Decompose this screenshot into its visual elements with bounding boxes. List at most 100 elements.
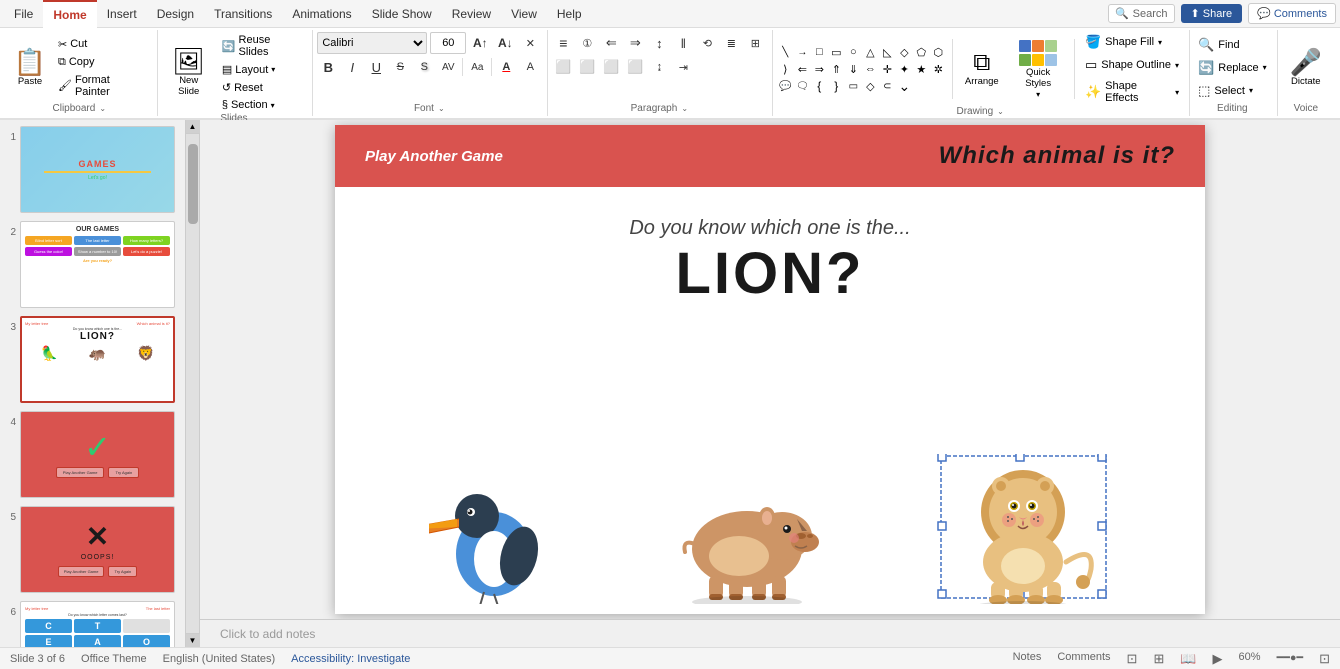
shape-rtriangle[interactable]: ◺ xyxy=(879,44,895,60)
font-color-button[interactable]: A xyxy=(495,56,517,78)
replace-button[interactable]: 🔄 Replace ▾ xyxy=(1194,58,1271,78)
shape-pentagon[interactable]: ⬠ xyxy=(913,44,929,60)
decrease-font-button[interactable]: A↓ xyxy=(494,32,516,54)
shape-line[interactable]: ╲ xyxy=(777,44,793,60)
decrease-indent-button[interactable]: ⇐ xyxy=(600,32,622,54)
shape-diamond[interactable]: ◇ xyxy=(896,44,912,60)
reuse-slides-button[interactable]: 🔄 Reuse Slides xyxy=(218,32,306,60)
slide-thumbnail-2[interactable]: 2 OUR GAMES Blind letter sort The last l… xyxy=(4,221,181,308)
share-button[interactable]: ⬆ Share xyxy=(1181,4,1243,23)
shape-oval[interactable]: ○ xyxy=(845,44,861,60)
quick-styles-button[interactable]: Quick Styles ▾ xyxy=(1008,37,1068,102)
shape-arrow-line[interactable]: → xyxy=(794,44,810,60)
slide-canvas[interactable]: Play Another Game Which animal is it? Do… xyxy=(335,125,1205,614)
tab-insert[interactable]: Insert xyxy=(97,0,147,28)
select-button[interactable]: ⬚ Select ▾ xyxy=(1194,81,1271,101)
char-spacing-button[interactable]: AV xyxy=(437,56,459,78)
italic-button[interactable]: I xyxy=(341,56,363,78)
paragraph-dialog-launcher[interactable]: ⌄ xyxy=(681,104,688,113)
view-sorter[interactable]: ⊞ xyxy=(1153,651,1164,667)
slide-thumbnail-3[interactable]: 3 My letter tree Which animal is it? Do … xyxy=(4,316,181,403)
font-dialog-launcher[interactable]: ⌄ xyxy=(438,104,445,113)
tab-design[interactable]: Design xyxy=(147,0,204,28)
text-direction-button[interactable]: ⟲ xyxy=(696,32,718,54)
align-text-button[interactable]: ≣ xyxy=(720,32,742,54)
drawing-dialog-launcher[interactable]: ⌄ xyxy=(997,107,1004,116)
view-normal[interactable]: ⊡ xyxy=(1127,651,1138,667)
slide-thumbnail-5[interactable]: 5 ✕ OOOPS! Play Another Game Try Again xyxy=(4,506,181,593)
arrange-button[interactable]: ⧉ Arrange xyxy=(959,47,1004,91)
tab-home[interactable]: Home xyxy=(43,0,96,28)
shape-callout-oval[interactable]: 🗨 xyxy=(794,78,810,94)
shape-callout-rect[interactable]: 💬 xyxy=(777,78,793,94)
clear-format-button[interactable]: ✕ xyxy=(519,32,541,54)
tab-transitions[interactable]: Transitions xyxy=(204,0,282,28)
shape-rectangle[interactable]: □ xyxy=(811,44,827,60)
paste-button[interactable]: 📋 Paste xyxy=(8,45,52,91)
tab-view[interactable]: View xyxy=(501,0,547,28)
shape-star4[interactable]: ✦ xyxy=(896,61,912,77)
paragraph-indent-button[interactable]: ⇥ xyxy=(672,56,694,78)
change-case-button[interactable]: Aa xyxy=(466,56,488,78)
scroll-thumb[interactable] xyxy=(188,144,198,224)
format-painter-button[interactable]: 🖌 Format Painter xyxy=(54,72,151,100)
tab-help[interactable]: Help xyxy=(547,0,592,28)
clipboard-dialog-launcher[interactable]: ⌄ xyxy=(99,104,106,113)
shape-flow-decision[interactable]: ◇ xyxy=(862,78,878,94)
shape-star5[interactable]: ★ xyxy=(913,61,929,77)
shape-down-arrow[interactable]: ⇓ xyxy=(845,61,861,77)
shape-flow-process[interactable]: ▭ xyxy=(845,78,861,94)
find-button[interactable]: 🔍 Find xyxy=(1194,35,1271,55)
bold-button[interactable]: B xyxy=(317,56,339,78)
scroll-down-arrow[interactable]: ▼ xyxy=(186,633,200,647)
shape-left-arrow[interactable]: ⇐ xyxy=(794,61,810,77)
view-reading[interactable]: 📖 xyxy=(1180,651,1196,667)
line-spacing-button[interactable]: ↕ xyxy=(648,32,670,54)
paragraph-spacing-button[interactable]: ↨ xyxy=(648,56,670,78)
zoom-fit[interactable]: ⊡ xyxy=(1319,651,1330,667)
comments-toggle[interactable]: Comments xyxy=(1057,651,1110,667)
align-center-button[interactable]: ⬜ xyxy=(576,56,598,78)
align-right-button[interactable]: ⬜ xyxy=(600,56,622,78)
font-size-input[interactable] xyxy=(430,32,466,54)
shape-udlr-arrow[interactable]: ✛ xyxy=(879,61,895,77)
shape-effects-button[interactable]: ✨ Shape Effects ▾ xyxy=(1081,78,1183,106)
slide-thumbnail-4[interactable]: 4 ✓ Play Another Game Try Again xyxy=(4,411,181,498)
tab-review[interactable]: Review xyxy=(442,0,501,28)
increase-indent-button[interactable]: ⇒ xyxy=(624,32,646,54)
notes-bar[interactable]: Click to add notes xyxy=(200,619,1340,647)
underline-button[interactable]: U xyxy=(365,56,387,78)
notes-toggle[interactable]: Notes xyxy=(1013,651,1042,667)
zoom-slider[interactable]: ━━●━ xyxy=(1277,651,1304,667)
shape-right-arrow[interactable]: ⇒ xyxy=(811,61,827,77)
shadow-button[interactable]: S xyxy=(413,56,435,78)
comments-button[interactable]: 💬 Comments xyxy=(1248,3,1336,24)
dictate-button[interactable]: 🎤 Dictate xyxy=(1282,45,1330,91)
search-box[interactable]: 🔍 Search xyxy=(1108,4,1175,23)
shape-up-arrow[interactable]: ⇑ xyxy=(828,61,844,77)
bullets-button[interactable]: ≡ xyxy=(552,32,574,54)
shape-hexagon[interactable]: ⬡ xyxy=(930,44,946,60)
tab-file[interactable]: File xyxy=(4,0,43,28)
slide-thumbnail-1[interactable]: 1 GAMES Let's go! xyxy=(4,126,181,213)
justify-button[interactable]: ⬜ xyxy=(624,56,646,78)
shape-flow-terminate[interactable]: ⊂ xyxy=(879,78,895,94)
scroll-up-arrow[interactable]: ▲ xyxy=(186,120,200,134)
shape-brace-close[interactable]: } xyxy=(828,78,844,94)
reset-button[interactable]: ↺ Reset xyxy=(218,79,306,96)
shape-rounded-rect[interactable]: ▭ xyxy=(828,44,844,60)
align-left-button[interactable]: ⬜ xyxy=(552,56,574,78)
strikethrough-button[interactable]: S xyxy=(389,56,411,78)
columns-button[interactable]: ‖ xyxy=(672,32,694,54)
shape-star8[interactable]: ✲ xyxy=(930,61,946,77)
cut-button[interactable]: ✂ Cut xyxy=(54,36,151,53)
shape-fill-button[interactable]: 🪣 Shape Fill ▾ xyxy=(1081,32,1183,52)
increase-font-button[interactable]: A↑ xyxy=(469,32,491,54)
shape-triangle[interactable]: △ xyxy=(862,44,878,60)
font-name-select[interactable]: Calibri xyxy=(317,32,427,54)
copy-button[interactable]: ⧉ Copy xyxy=(54,54,151,71)
tab-slideshow[interactable]: Slide Show xyxy=(362,0,442,28)
tab-animations[interactable]: Animations xyxy=(282,0,361,28)
new-slide-button[interactable]: 🖼 New Slide xyxy=(162,44,216,101)
highlight-color-button[interactable]: A xyxy=(519,56,541,78)
